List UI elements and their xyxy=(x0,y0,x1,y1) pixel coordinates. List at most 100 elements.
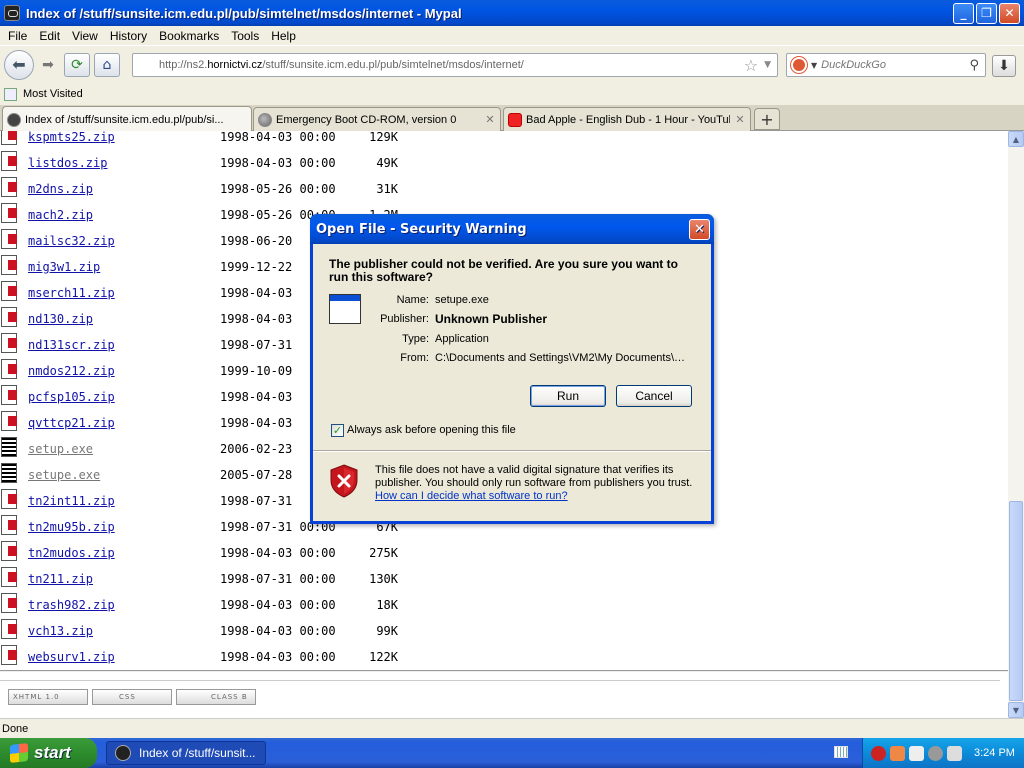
close-button[interactable]: ✕ xyxy=(999,2,1020,24)
scroll-down-icon[interactable]: ▼ xyxy=(1008,702,1024,718)
file-link[interactable]: nd131scr.zip xyxy=(28,338,115,352)
file-link[interactable]: tn211.zip xyxy=(28,572,93,586)
zip-file-icon[interactable] xyxy=(1,593,17,613)
w3c-xhtml-badge[interactable]: XHTML 1.0 xyxy=(8,689,88,705)
file-link[interactable]: tn2int11.zip xyxy=(28,494,115,508)
file-link[interactable]: tn2mudos.zip xyxy=(28,546,115,560)
volume-icon[interactable] xyxy=(947,745,962,761)
name-value: setupe.exe xyxy=(435,294,489,306)
zip-file-icon[interactable] xyxy=(1,515,17,535)
network-icon[interactable] xyxy=(871,745,886,761)
file-link[interactable]: kspmts25.zip xyxy=(28,131,115,144)
vertical-scrollbar[interactable]: ▲ ▼ xyxy=(1008,131,1024,718)
zip-file-icon[interactable] xyxy=(1,307,17,327)
file-link[interactable]: mailsc32.zip xyxy=(28,234,115,248)
cancel-button[interactable]: Cancel xyxy=(616,385,692,407)
file-size: 130K xyxy=(369,572,398,586)
class-b-badge[interactable]: CLASS B xyxy=(176,689,256,705)
bookmark-star-icon[interactable]: ☆ xyxy=(744,56,758,75)
search-icon[interactable]: ⚲ xyxy=(969,58,979,73)
file-link[interactable]: vch13.zip xyxy=(28,624,93,638)
zip-file-icon[interactable] xyxy=(1,489,17,509)
printer-icon[interactable] xyxy=(909,745,924,761)
search-input[interactable] xyxy=(821,59,970,71)
minimize-button[interactable]: _ xyxy=(953,2,974,24)
forward-button[interactable]: ➡ xyxy=(36,53,60,77)
zip-file-icon[interactable] xyxy=(1,333,17,353)
menu-edit[interactable]: Edit xyxy=(33,29,66,43)
search-engine-dropdown-icon[interactable]: ▼ xyxy=(811,61,817,70)
security-center-icon[interactable] xyxy=(890,745,905,761)
always-ask-label[interactable]: Always ask before opening this file xyxy=(347,424,516,436)
scrollbar-thumb[interactable] xyxy=(1009,501,1023,701)
file-link[interactable]: setupe.exe xyxy=(28,468,100,482)
publisher-label: Publisher: xyxy=(380,313,429,325)
zip-file-icon[interactable] xyxy=(1,255,17,275)
file-link[interactable]: mach2.zip xyxy=(28,208,93,222)
url-dropdown-icon[interactable]: ▼ xyxy=(764,60,771,70)
executable-file-icon[interactable] xyxy=(1,463,17,483)
maximize-button[interactable]: ❐ xyxy=(976,2,997,24)
file-row: m2dns.zip 1998-05-26 00:00 31K xyxy=(0,176,420,202)
menu-history[interactable]: History xyxy=(104,29,153,43)
w3c-css-badge[interactable]: CSS xyxy=(92,689,172,705)
run-button[interactable]: Run xyxy=(530,385,606,407)
mypal-app-icon[interactable] xyxy=(4,5,20,21)
duckduckgo-icon[interactable] xyxy=(791,57,807,73)
back-button[interactable]: ⬅ xyxy=(4,49,34,80)
home-button[interactable]: ⌂ xyxy=(94,52,120,77)
zip-file-icon[interactable] xyxy=(1,567,17,587)
executable-file-icon[interactable] xyxy=(1,437,17,457)
url-text[interactable]: http://ns2.hornictvi.cz/stuff/sunsite.ic… xyxy=(133,59,744,71)
url-bar[interactable]: http://ns2.hornictvi.cz/stuff/sunsite.ic… xyxy=(132,53,778,77)
file-link[interactable]: mserch11.zip xyxy=(28,286,115,300)
new-tab-button[interactable]: + xyxy=(754,108,780,130)
taskbar-item-mypal[interactable]: Index of /stuff/sunsit... xyxy=(106,741,266,765)
zip-file-icon[interactable] xyxy=(1,411,17,431)
zip-file-icon[interactable] xyxy=(1,177,17,197)
menu-view[interactable]: View xyxy=(66,29,104,43)
dialog-close-button[interactable]: ✕ xyxy=(689,219,710,240)
file-link[interactable]: nd130.zip xyxy=(28,312,93,326)
menu-tools[interactable]: Tools xyxy=(225,29,265,43)
file-link[interactable]: tn2mu95b.zip xyxy=(28,520,115,534)
tab-emergency-boot[interactable]: Emergency Boot CD-ROM, version 0 ✕ xyxy=(253,107,501,131)
tab-bad-apple[interactable]: Bad Apple - English Dub - 1 Hour - YouTu… xyxy=(503,107,751,131)
zip-file-icon[interactable] xyxy=(1,281,17,301)
search-bar[interactable]: ▼ ⚲ xyxy=(786,53,986,77)
zip-file-icon[interactable] xyxy=(1,619,17,639)
file-link[interactable]: pcfsp105.zip xyxy=(28,390,115,404)
zip-file-icon[interactable] xyxy=(1,541,17,561)
tab-close-icon[interactable]: ✕ xyxy=(484,113,496,126)
file-link[interactable]: m2dns.zip xyxy=(28,182,93,196)
tab-close-icon[interactable]: ✕ xyxy=(734,113,746,126)
keyboard-icon[interactable] xyxy=(834,746,848,758)
zip-file-icon[interactable] xyxy=(1,151,17,171)
help-link[interactable]: How can I decide what software to run? xyxy=(375,490,568,502)
zip-file-icon[interactable] xyxy=(1,131,17,145)
scroll-up-icon[interactable]: ▲ xyxy=(1008,131,1024,147)
reload-button[interactable]: ⟳ xyxy=(64,52,90,77)
menu-file[interactable]: File xyxy=(2,29,33,43)
always-ask-checkbox[interactable]: ✓ xyxy=(331,424,344,437)
menu-bookmarks[interactable]: Bookmarks xyxy=(153,29,225,43)
settings-icon[interactable] xyxy=(928,745,943,761)
zip-file-icon[interactable] xyxy=(1,385,17,405)
file-link[interactable]: listdos.zip xyxy=(28,156,107,170)
start-button[interactable]: start xyxy=(0,738,97,768)
file-link[interactable]: mig3w1.zip xyxy=(28,260,100,274)
menu-help[interactable]: Help xyxy=(265,29,302,43)
zip-file-icon[interactable] xyxy=(1,229,17,249)
zip-file-icon[interactable] xyxy=(1,645,17,665)
file-link[interactable]: qvttcp21.zip xyxy=(28,416,115,430)
file-link[interactable]: trash982.zip xyxy=(28,598,115,612)
most-visited-bookmark[interactable]: Most Visited xyxy=(23,88,83,100)
file-link[interactable]: nmdos212.zip xyxy=(28,364,115,378)
tab-index-of[interactable]: Index of /stuff/sunsite.icm.edu.pl/pub/s… xyxy=(2,106,252,132)
file-link[interactable]: websurv1.zip xyxy=(28,650,115,664)
file-link[interactable]: setup.exe xyxy=(28,442,93,456)
downloads-button[interactable]: ⬇ xyxy=(992,55,1016,77)
url-host: hornictvi.cz xyxy=(207,59,263,71)
zip-file-icon[interactable] xyxy=(1,359,17,379)
zip-file-icon[interactable] xyxy=(1,203,17,223)
